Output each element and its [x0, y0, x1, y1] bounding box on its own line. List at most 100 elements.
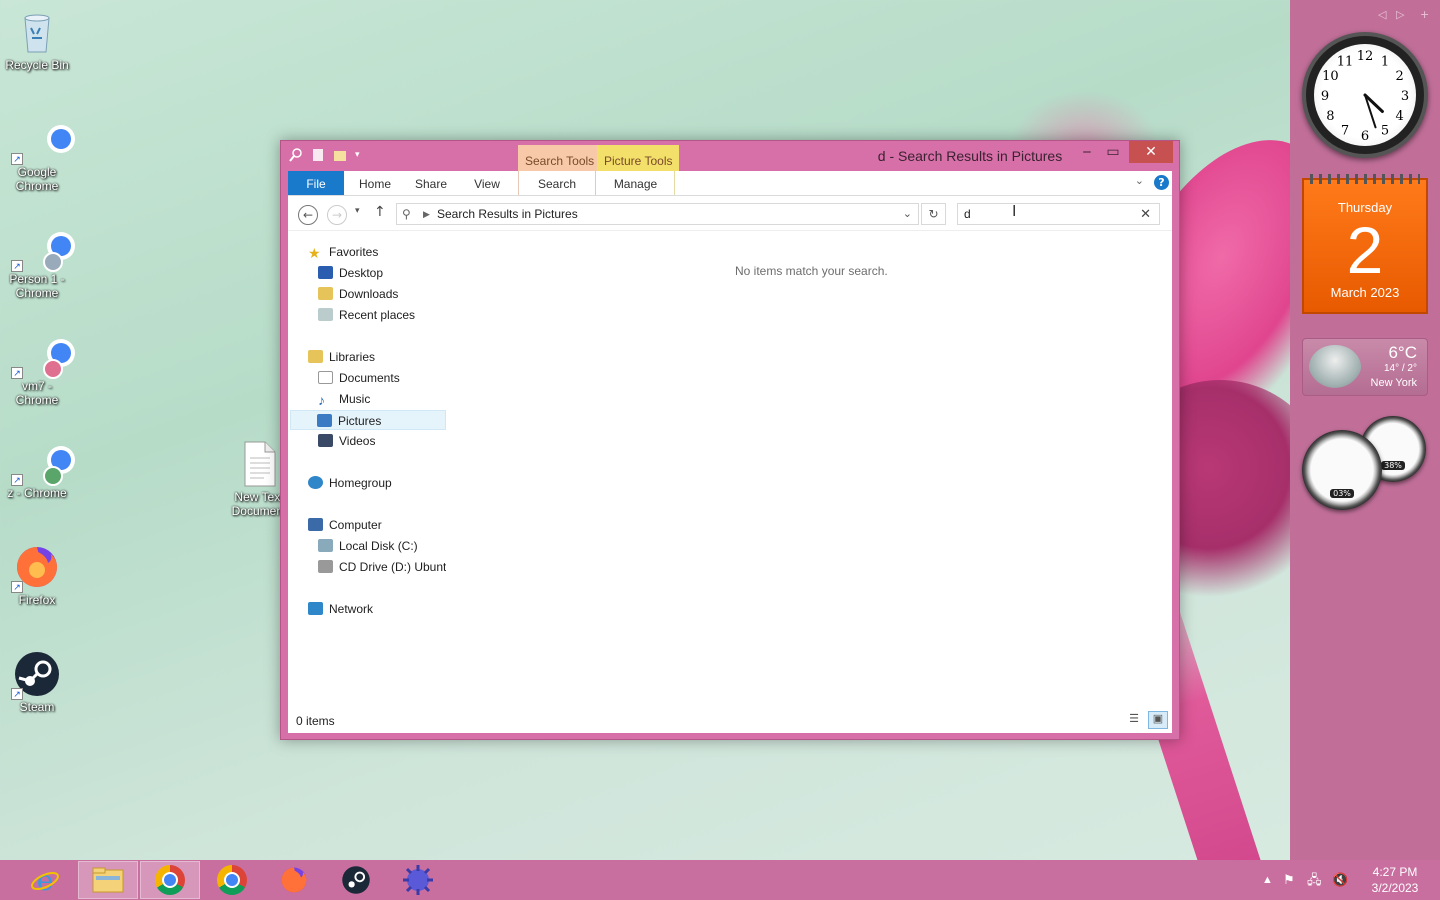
desktop-icon-steam[interactable]: ↗ Steam [0, 650, 74, 714]
clear-search-icon[interactable]: ✕ [1140, 204, 1151, 224]
breadcrumb[interactable]: Search Results in Pictures [437, 204, 578, 224]
window-title: d - Search Results in Pictures [877, 148, 1063, 164]
tab-manage[interactable]: Manage [597, 171, 675, 195]
navigation-bar: ← → ▾ ↑ ⚲ ▶ Search Results in Pictures ⌄… [288, 196, 1172, 231]
close-button[interactable]: ✕ [1129, 141, 1173, 163]
calendar-rings [1310, 174, 1420, 184]
desktop-icon-label: Steam [19, 700, 55, 714]
folder-icon [92, 867, 124, 893]
recycle-bin-icon [13, 8, 61, 56]
desktop-icon-google-chrome[interactable]: ↗ Google Chrome [0, 115, 74, 193]
clock-number: 3 [1401, 89, 1409, 104]
chrome-profile-icon: ↗ [11, 222, 63, 272]
title-bar[interactable]: ▾ Search Tools Picture Tools d - Search … [281, 141, 1179, 172]
sidebar-next-icon[interactable]: ▷ [1396, 8, 1404, 21]
address-dropdown-icon[interactable]: ⌄ [903, 204, 912, 224]
cpu-meter-gadget[interactable]: 38% 03% [1302, 416, 1428, 516]
address-bar[interactable]: ⚲ ▶ Search Results in Pictures ⌄ [396, 203, 919, 225]
taskbar-chrome-person1[interactable] [140, 861, 200, 899]
tab-file[interactable]: File [288, 171, 344, 195]
libraries-icon [308, 350, 323, 363]
calendar-gadget[interactable]: Thursday 2 March 2023 [1302, 174, 1428, 314]
desktop-icon-person1-chrome[interactable]: ↗ Person 1 - Chrome [0, 222, 74, 300]
videos-icon [318, 434, 333, 447]
clock-number: 5 [1381, 124, 1389, 139]
documents-icon [318, 371, 333, 384]
search-input[interactable]: d I ✕ [957, 203, 1160, 225]
desktop-icon-recycle-bin[interactable]: Recycle Bin [0, 8, 74, 72]
action-center-flag-icon[interactable]: ⚑ [1283, 860, 1295, 900]
tree-item-downloads[interactable]: Downloads [318, 284, 398, 304]
tree-item-pictures[interactable]: Pictures [290, 410, 446, 430]
explorer-body: ← → ▾ ↑ ⚲ ▶ Search Results in Pictures ⌄… [288, 196, 1172, 733]
refresh-button[interactable]: ↻ [921, 203, 946, 225]
desktop-icon-label: Firefox [18, 593, 56, 607]
tab-view[interactable]: View [464, 171, 510, 195]
computer-icon [308, 518, 323, 531]
expand-ribbon-icon[interactable]: ⌄ [1135, 174, 1144, 187]
network-tray-icon[interactable]: 🖧 [1307, 860, 1322, 900]
desktop-icon-z-chrome[interactable]: ↗ z - Chrome [0, 436, 74, 500]
clock-number: 1 [1381, 54, 1389, 69]
taskbar-ubuntu-app[interactable] [388, 861, 448, 899]
firefox-icon: ↗ [11, 543, 61, 593]
recent-locations-icon[interactable]: ▾ [355, 206, 360, 216]
tree-homegroup[interactable]: Homegroup [308, 473, 392, 493]
tree-item-documents[interactable]: Documents [318, 368, 400, 388]
sidebar-add-icon[interactable]: + [1420, 8, 1429, 21]
taskbar-steam[interactable] [326, 861, 386, 899]
forward-button[interactable]: → [327, 205, 347, 225]
tree-item-desktop[interactable]: Desktop [318, 263, 383, 283]
details-view-icon[interactable]: ☰ [1124, 711, 1144, 729]
weather-city: New York [1370, 377, 1417, 389]
chrome-profile-icon: ↗ [11, 329, 63, 379]
tab-home[interactable]: Home [350, 171, 400, 195]
sidebar-prev-icon[interactable]: ◁ [1378, 8, 1386, 21]
tab-share[interactable]: Share [408, 171, 454, 195]
cd-drive-icon [318, 560, 333, 573]
tree-item-recent-places[interactable]: Recent places [318, 305, 415, 325]
clock-number: 9 [1321, 89, 1329, 104]
tree-item-local-disk[interactable]: Local Disk (C:) [318, 536, 418, 556]
clock-gadget[interactable]: 12 1 2 3 4 5 6 7 8 9 10 11 [1302, 32, 1428, 158]
downloads-folder-icon [318, 287, 333, 300]
volume-muted-icon[interactable]: 🔇 [1332, 860, 1348, 900]
taskbar: e ▲ ⚑ 🖧 🔇 4:27 PM 3/2/2023 [0, 860, 1440, 900]
weather-range: 14° / 2° [1383, 363, 1417, 374]
homegroup-icon [308, 476, 323, 489]
taskbar-firefox[interactable] [264, 861, 324, 899]
tree-computer[interactable]: Computer [308, 515, 382, 535]
desktop-icon-label: New Text Document [231, 490, 287, 518]
taskbar-clock[interactable]: 4:27 PM 3/2/2023 [1360, 864, 1430, 896]
memory-usage: 38% [1381, 461, 1405, 470]
tree-item-videos[interactable]: Videos [318, 431, 375, 451]
taskbar-chrome-vm7[interactable] [202, 861, 262, 899]
tree-network[interactable]: Network [308, 599, 373, 619]
local-disk-icon [318, 539, 333, 552]
tree-item-music[interactable]: ♪ Music [318, 389, 370, 409]
ribbon: File Home Share View Search Manage ⌄ ? [288, 171, 1172, 196]
desktop-icon-label: vm7 - Chrome [15, 379, 59, 407]
desktop-icon-vm7-chrome[interactable]: ↗ vm7 - Chrome [0, 329, 74, 407]
recent-places-icon [318, 308, 333, 321]
empty-results-message: No items match your search. [735, 264, 888, 278]
clock-face: 12 1 2 3 4 5 6 7 8 9 10 11 [1314, 44, 1416, 146]
tab-search[interactable]: Search [518, 171, 596, 195]
tree-favorites[interactable]: ★ Favorites [308, 242, 378, 262]
desktop-icon-firefox[interactable]: ↗ Firefox [0, 543, 74, 607]
maximize-button[interactable]: ▭ [1097, 141, 1129, 163]
chrome-icon: ↗ [11, 115, 61, 165]
taskbar-file-explorer[interactable] [78, 861, 138, 899]
taskbar-internet-explorer[interactable]: e [15, 861, 75, 899]
tree-item-cd-drive[interactable]: CD Drive (D:) Ubuntu [318, 557, 446, 577]
text-document-icon [235, 440, 283, 488]
up-button[interactable]: ↑ [374, 204, 386, 220]
weather-gadget[interactable]: 6°C 14° / 2° New York [1302, 338, 1428, 396]
clock-number: 6 [1361, 129, 1369, 144]
show-hidden-icons-icon[interactable]: ▲ [1262, 860, 1273, 900]
back-button[interactable]: ← [298, 205, 318, 225]
clock-number: 4 [1396, 109, 1404, 124]
help-icon[interactable]: ? [1154, 175, 1169, 190]
large-icons-view-icon[interactable]: ▣ [1148, 711, 1168, 729]
tree-libraries[interactable]: Libraries [308, 347, 375, 367]
